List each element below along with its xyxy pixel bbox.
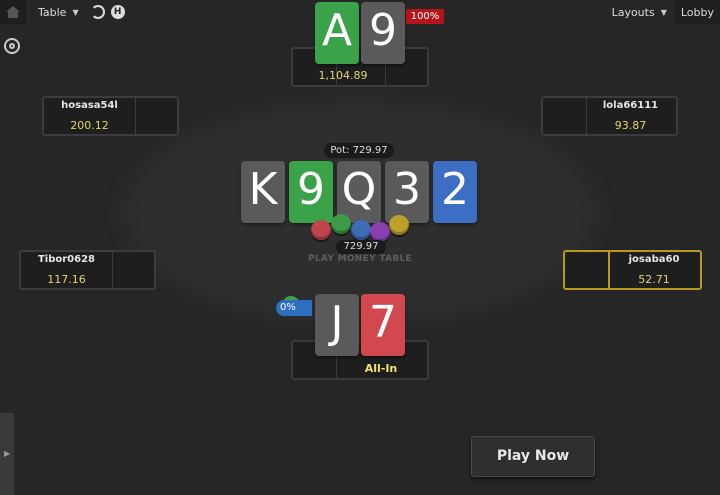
top-right-toolbar: Layouts ▼ Lobby [604,0,720,24]
card-rank: 9 [297,164,325,215]
card-rank: A [321,5,353,56]
seat-name: josaba60 [628,254,680,265]
card-rank: 7 [369,297,397,348]
board-card: 2 [433,161,477,223]
layouts-label: Layouts [611,5,655,19]
board-card: 9 [289,161,333,223]
table-menu-button[interactable]: Table ▼ [32,6,85,19]
seat-top-stack: 1,104.89 [318,69,368,82]
card-rank: Q [341,164,377,215]
chevron-down-icon: ▼ [72,7,79,17]
chip-stack-green [331,214,351,234]
hero-equity-badge: 0% [276,300,312,316]
home-icon[interactable] [0,0,26,24]
seat-stack: 117.16 [47,273,86,286]
chevron-right-icon: ▶ [4,449,11,458]
chip-stack-red [311,220,331,240]
hand-history-icon[interactable]: H [110,5,125,19]
chip-stack-blue [351,220,371,240]
seat-stack: 52.71 [638,273,670,286]
equity-badge: 100% [406,9,444,24]
card-rank: K [248,164,278,215]
hero-status: All-In [364,362,398,375]
target-icon[interactable] [4,38,20,54]
seat-stack: 93.87 [614,119,647,132]
playing-card: 9 [361,2,405,64]
table-menu-label: Table [38,5,67,19]
seat-stack: 200.12 [70,119,109,132]
board-card: K [241,161,285,223]
board-card: 3 [385,161,429,223]
card-rank: J [330,297,344,348]
side-panel-toggle[interactable]: ▶ [0,413,14,495]
pot-label: Pot: 729.97 [324,143,394,158]
refresh-icon[interactable] [90,5,105,19]
chip-stack-purple [370,222,390,242]
seat-name: hosasa54l [61,100,118,111]
seat-name: Tibor0628 [37,254,96,265]
card-rank: 2 [441,164,469,215]
layouts-button[interactable]: Layouts ▼ [604,0,675,24]
card-rank: 3 [393,164,421,215]
lobby-button[interactable]: Lobby [674,0,720,24]
hero-card: 7 [361,294,405,356]
playing-card: A [315,2,359,64]
chevron-down-icon: ▼ [660,7,667,17]
chip-stack-yellow [389,215,409,235]
hero-card: J [315,294,359,356]
card-rank: 9 [369,5,397,56]
pot-amount: 729.97 [336,240,386,254]
top-toolbar: Table ▼ H [0,0,125,24]
play-now-button[interactable]: Play Now [471,436,595,477]
seat-name: lola66111 [602,100,659,111]
